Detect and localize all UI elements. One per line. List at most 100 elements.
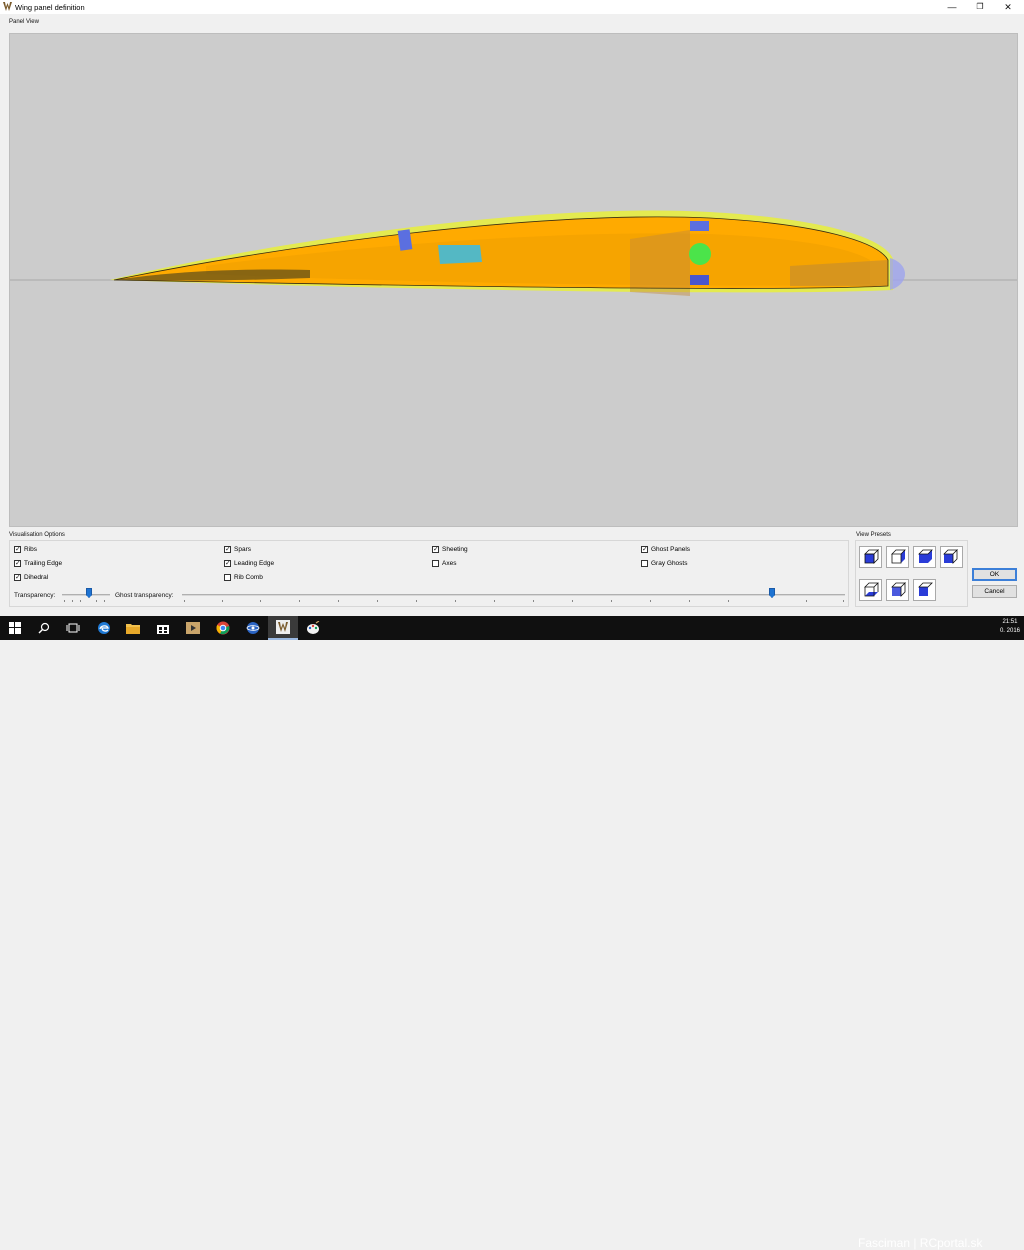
globe-app-icon[interactable] <box>238 616 268 640</box>
wing-app-icon[interactable] <box>268 616 298 640</box>
slider-tick <box>689 600 690 602</box>
spar-top <box>690 221 709 231</box>
file-explorer-icon[interactable] <box>118 616 148 640</box>
view-preset-top-button[interactable] <box>886 579 909 601</box>
checkbox-box: ✓ <box>14 546 21 553</box>
slider-tick <box>72 600 73 602</box>
checkbox-box: ✓ <box>224 546 231 553</box>
slider-tick <box>96 600 97 602</box>
ribs-checkbox[interactable]: ✓ Ribs <box>14 546 37 553</box>
cancel-button[interactable]: Cancel <box>972 585 1017 598</box>
rib-shadow <box>630 230 690 296</box>
close-button[interactable]: ✕ <box>994 0 1022 14</box>
slider-tick <box>64 600 65 602</box>
cube-left-icon <box>918 582 933 596</box>
leading-edge-checkbox[interactable]: ✓ Leading Edge <box>224 560 274 567</box>
visualisation-options-label: Visualisation Options <box>9 532 65 538</box>
slider-tick <box>650 600 651 602</box>
panel-view-label: Panel View <box>9 19 39 25</box>
slider-tick <box>222 600 223 602</box>
edge-icon[interactable] <box>89 616 119 640</box>
taskbar-clock[interactable]: 21:51 0. 2016 <box>1000 618 1020 636</box>
slider-tick <box>806 600 807 602</box>
green-marker <box>689 243 711 265</box>
gray-ghosts-checkbox[interactable]: Gray Ghosts <box>641 560 687 567</box>
cube-front-icon <box>864 549 879 564</box>
checkbox-box <box>641 560 648 567</box>
slider-tick <box>104 600 105 602</box>
cube-bottom-icon <box>864 582 879 597</box>
checkbox-box: ✓ <box>432 546 439 553</box>
view-preset-side-button[interactable] <box>886 546 909 568</box>
checkbox-label: Gray Ghosts <box>651 560 688 567</box>
spar-bottom <box>690 275 709 285</box>
slider-tick <box>299 600 300 602</box>
view-preset-iso-button[interactable] <box>913 546 936 568</box>
cube-side-icon <box>891 549 906 564</box>
paint-app-icon[interactable] <box>298 616 328 640</box>
title-bar[interactable]: Wing panel definition — ❐ ✕ <box>0 0 1024 14</box>
spars-checkbox[interactable]: ✓ Spars <box>224 546 251 553</box>
checkbox-label: Trailing Edge <box>24 560 63 567</box>
view-presets-label: View Presets <box>856 532 891 538</box>
slider-tick <box>260 600 261 602</box>
slider-tick <box>843 600 844 602</box>
slider-tick <box>494 600 495 602</box>
rib-comb-checkbox[interactable]: Rib Comb <box>224 574 263 581</box>
checkbox-label: Dihedral <box>24 574 49 581</box>
store-icon[interactable] <box>148 616 178 640</box>
slider-tick <box>80 600 81 602</box>
window-title: Wing panel definition <box>15 3 85 12</box>
task-view-icon[interactable] <box>58 616 88 640</box>
checkbox-label: Ribs <box>24 546 38 553</box>
start-icon[interactable] <box>0 616 30 640</box>
teal-block <box>438 245 482 264</box>
clock-time: 21:51 <box>1002 619 1018 625</box>
checkbox-label: Sheeting <box>442 546 468 553</box>
checkbox-box: ✓ <box>14 560 21 567</box>
ghost-transparency-slider[interactable] <box>182 594 845 596</box>
chrome-icon[interactable] <box>208 616 238 640</box>
leading-edge-ghost <box>890 258 905 290</box>
watermark-text: Fasciman | RCportal.sk <box>858 1236 983 1250</box>
checkbox-label: Axes <box>442 560 457 567</box>
dihedral-checkbox[interactable]: ✓ Dihedral <box>14 574 48 581</box>
slider-tick <box>377 600 378 602</box>
panel-view-viewport[interactable] <box>9 33 1018 527</box>
transparency-label: Transparency: <box>14 592 56 599</box>
sheeting-checkbox[interactable]: ✓ Sheeting <box>432 546 468 553</box>
view-preset-left-button[interactable] <box>913 579 936 601</box>
media-icon[interactable] <box>178 616 208 640</box>
search-icon[interactable] <box>29 616 59 640</box>
slider-tick <box>611 600 612 602</box>
checkbox-box: ✓ <box>641 546 648 553</box>
checkbox-label: Spars <box>234 546 251 553</box>
minimize-button[interactable]: — <box>938 0 966 14</box>
view-preset-front-button[interactable] <box>859 546 882 568</box>
cube-iso-icon <box>918 549 933 563</box>
wing-panel-window: Wing panel definition — ❐ ✕ Panel View V… <box>0 0 1024 616</box>
wing-app-icon <box>3 2 12 11</box>
cube-back-icon <box>943 549 958 564</box>
ghost-transparency-label: Ghost transparency: <box>115 592 174 599</box>
checkbox-label: Rib Comb <box>234 574 263 581</box>
axes-checkbox[interactable]: Axes <box>432 560 456 567</box>
checkbox-label: Leading Edge <box>234 560 275 567</box>
trailing-edge-checkbox[interactable]: ✓ Trailing Edge <box>14 560 62 567</box>
restore-button[interactable]: ❐ <box>966 0 994 14</box>
checkbox-box <box>224 574 231 581</box>
ghost-panels-checkbox[interactable]: ✓ Ghost Panels <box>641 546 690 553</box>
clock-date: 0. 2016 <box>999 628 1020 634</box>
taskbar: Fasciman | RCportal.sk 21:51 0. 2016 <box>0 616 1024 1250</box>
slider-tick <box>533 600 534 602</box>
view-preset-bottom-button[interactable] <box>859 579 882 601</box>
slider-tick <box>338 600 339 602</box>
slider-tick <box>455 600 456 602</box>
wing-airfoil-render <box>10 210 1017 296</box>
slider-tick <box>184 600 185 602</box>
checkbox-box <box>432 560 439 567</box>
ok-button[interactable]: OK <box>972 568 1017 581</box>
checkbox-box: ✓ <box>224 560 231 567</box>
view-preset-back-button[interactable] <box>940 546 963 568</box>
checkbox-box: ✓ <box>14 574 21 581</box>
